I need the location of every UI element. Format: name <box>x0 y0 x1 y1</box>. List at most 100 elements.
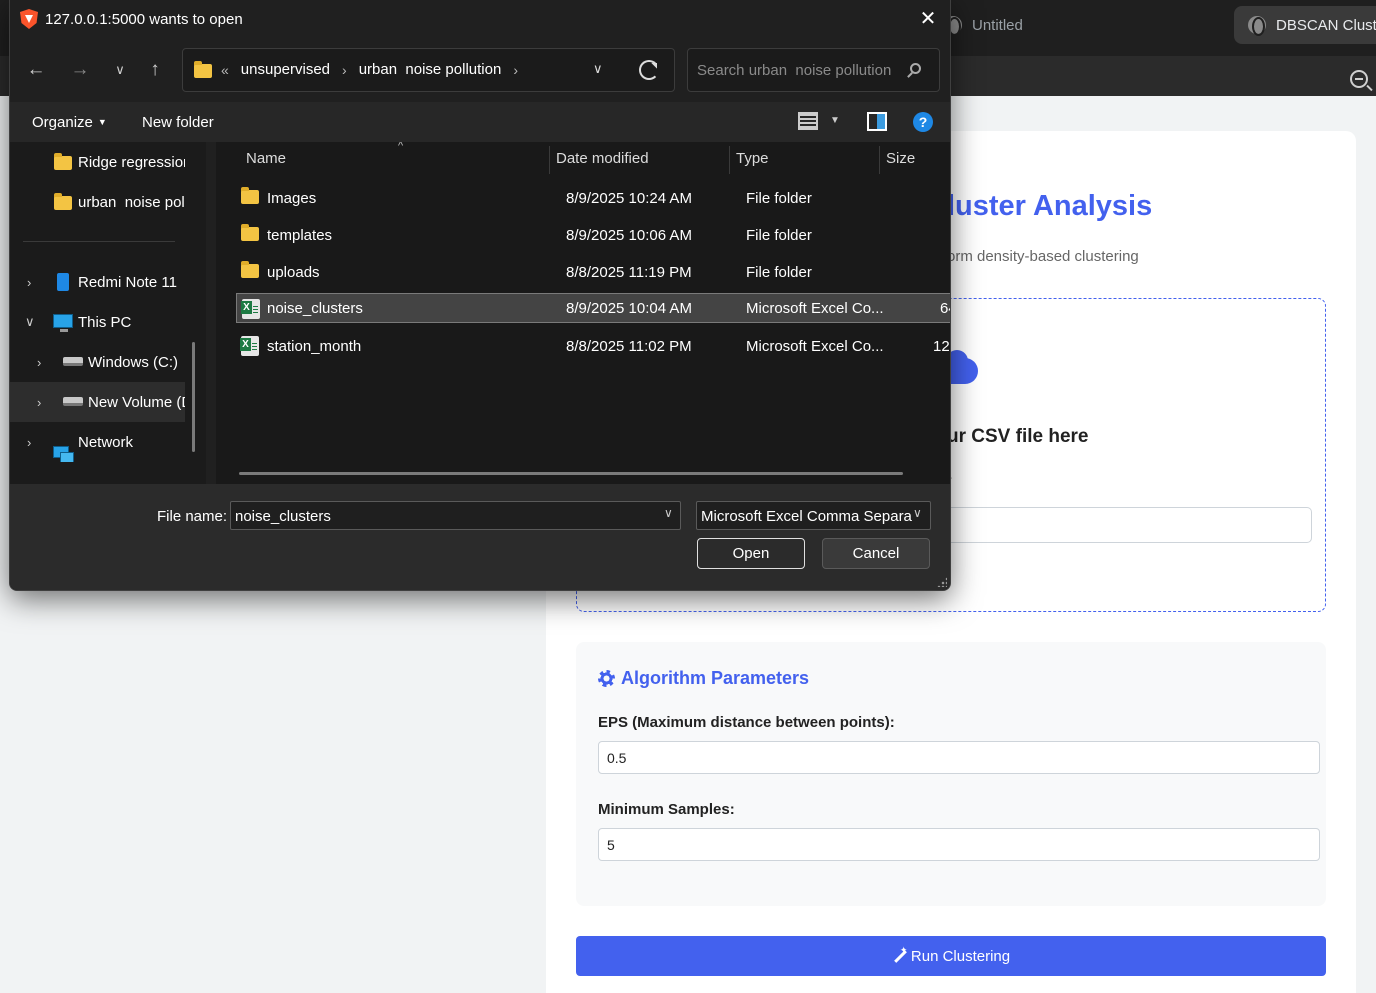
nav-item-ridge-regression[interactable]: Ridge regression <box>10 142 185 182</box>
organize-label: Organize <box>32 114 93 131</box>
gear-icon <box>598 670 615 687</box>
chevron-right-icon[interactable]: › <box>513 62 518 78</box>
file-input[interactable] <box>947 507 1312 543</box>
dialog-footer: File name: noise_clusters ∨ Microsoft Ex… <box>10 484 950 590</box>
file-row[interactable]: templates 8/9/2025 10:06 AM File folder <box>236 220 950 250</box>
cancel-button[interactable]: Cancel <box>822 538 930 569</box>
file-list: ^ Name Date modified Type Size Images 8/… <box>216 142 950 484</box>
file-type: Microsoft Excel Co... <box>746 338 884 355</box>
tab-label: Untitled <box>972 16 1023 34</box>
file-row-selected[interactable]: noise_clusters 8/9/2025 10:04 AM Microso… <box>236 293 950 323</box>
file-open-dialog: 127.0.0.1:5000 wants to open ✕ ← → ∨ ↑ «… <box>9 0 951 591</box>
preview-pane-icon[interactable] <box>867 112 887 131</box>
nav-item-label: This PC <box>78 313 132 331</box>
file-size: 64 <box>940 300 950 317</box>
caret-down-icon[interactable]: ▼ <box>830 115 840 126</box>
recent-locations-chevron-icon[interactable]: ∨ <box>105 56 135 84</box>
column-separator[interactable] <box>729 146 730 174</box>
tab-untitled[interactable]: Untitled <box>930 6 1220 44</box>
run-clustering-button[interactable]: Run Clustering <box>576 936 1326 976</box>
dialog-navbar: ← → ∨ ↑ « unsupervised › urban noise pol… <box>10 38 950 102</box>
network-icon <box>53 446 74 462</box>
help-icon[interactable]: ? <box>913 112 933 132</box>
column-header-name[interactable]: Name <box>246 150 286 167</box>
file-date: 8/9/2025 10:06 AM <box>566 227 692 244</box>
chevron-right-icon[interactable]: › <box>342 62 347 78</box>
eps-input[interactable]: 0.5 <box>598 741 1320 774</box>
breadcrumb-item[interactable]: urban noise pollution <box>359 61 502 78</box>
page-subtitle: orm density-based clustering <box>947 248 1139 265</box>
params-title-label: Algorithm Parameters <box>621 668 810 688</box>
file-row[interactable]: Images 8/9/2025 10:24 AM File folder <box>236 183 950 213</box>
nav-item-network[interactable]: › Network <box>10 422 185 462</box>
organize-button[interactable]: Organize ▼ <box>32 114 107 131</box>
breadcrumb-item[interactable]: unsupervised <box>241 61 330 78</box>
divider <box>23 241 175 242</box>
nav-item-urban-noise-pollution[interactable]: urban noise pol <box>10 182 185 222</box>
globe-icon <box>1248 16 1266 36</box>
params-title: Algorithm Parameters <box>598 668 809 689</box>
column-separator[interactable] <box>879 146 880 174</box>
column-header-type[interactable]: Type <box>736 150 769 167</box>
overflow-chevron-icon[interactable]: « <box>221 62 229 78</box>
file-size: 129 <box>933 338 950 355</box>
resize-grip-icon[interactable] <box>937 577 947 587</box>
min-samples-input[interactable]: 5 <box>598 828 1320 861</box>
chevron-down-icon[interactable]: ∨ <box>664 506 673 520</box>
chevron-right-icon[interactable]: › <box>37 395 41 410</box>
file-date: 8/8/2025 11:02 PM <box>566 338 692 355</box>
forward-arrow-icon[interactable]: → <box>65 56 95 84</box>
dropzone-text: ur CSV file here <box>947 426 1089 447</box>
chevron-right-icon[interactable]: › <box>37 355 41 370</box>
dialog-title: 127.0.0.1:5000 wants to open <box>45 11 243 28</box>
file-date: 8/8/2025 11:19 PM <box>566 264 692 281</box>
nav-item-label: Network <box>78 433 134 451</box>
chevron-right-icon[interactable]: › <box>27 275 31 290</box>
folder-icon <box>54 153 72 170</box>
close-icon[interactable]: ✕ <box>916 7 940 31</box>
sort-ascending-icon: ^ <box>398 142 404 152</box>
chevron-down-icon[interactable]: ∨ <box>25 314 35 330</box>
folder-icon <box>241 187 259 204</box>
breadcrumb: « unsupervised › urban noise pollution › <box>221 61 518 78</box>
chevron-down-icon[interactable]: ∨ <box>913 506 922 520</box>
file-row[interactable]: uploads 8/8/2025 11:19 PM File folder <box>236 257 950 287</box>
chevron-down-icon[interactable]: ∨ <box>593 61 603 77</box>
search-placeholder: Search urban noise pollution <box>697 62 892 79</box>
nav-scrollbar[interactable] <box>192 342 195 452</box>
nav-item-new-volume[interactable]: › New Volume (D:) <box>10 382 185 422</box>
phone-icon <box>57 273 69 291</box>
nav-item-label: Redmi Note 11 <box>78 273 177 291</box>
file-type: File folder <box>746 190 812 207</box>
refresh-icon[interactable] <box>639 60 659 80</box>
column-header-size[interactable]: Size <box>886 150 915 167</box>
new-folder-button[interactable]: New folder <box>142 114 214 131</box>
open-button[interactable]: Open <box>697 538 805 569</box>
address-bar[interactable]: « unsupervised › urban noise pollution ›… <box>182 48 675 92</box>
folder-icon <box>194 61 212 78</box>
tab-dbscan[interactable]: DBSCAN Clust <box>1234 6 1376 44</box>
file-date: 8/9/2025 10:04 AM <box>566 300 692 317</box>
file-name-input[interactable]: noise_clusters <box>230 501 681 530</box>
horizontal-scrollbar[interactable] <box>239 472 903 475</box>
excel-file-icon <box>241 299 260 319</box>
nav-item-redmi-note[interactable]: › Redmi Note 11 <box>10 262 185 302</box>
search-input[interactable]: Search urban noise pollution <box>687 48 940 92</box>
file-type-select[interactable]: Microsoft Excel Comma Separa <box>696 501 931 530</box>
view-details-icon[interactable] <box>798 112 818 130</box>
back-arrow-icon[interactable]: ← <box>21 56 51 84</box>
drive-icon <box>63 397 83 406</box>
zoom-out-icon[interactable] <box>1350 70 1368 88</box>
file-type: File folder <box>746 227 812 244</box>
page-title: luster Analysis <box>947 190 1153 222</box>
nav-item-label: Windows (C:) <box>88 353 179 371</box>
nav-item-this-pc[interactable]: ∨ This PC <box>10 302 185 342</box>
up-arrow-icon[interactable]: ↑ <box>140 56 170 84</box>
command-bar: Organize ▼ New folder ▼ ? <box>10 102 950 142</box>
file-name: Images <box>267 190 317 207</box>
file-row[interactable]: station_month 8/8/2025 11:02 PM Microsof… <box>236 331 950 361</box>
column-separator[interactable] <box>549 146 550 174</box>
nav-item-windows-c[interactable]: › Windows (C:) <box>10 342 185 382</box>
chevron-right-icon[interactable]: › <box>27 435 31 450</box>
column-header-date[interactable]: Date modified <box>556 150 649 167</box>
